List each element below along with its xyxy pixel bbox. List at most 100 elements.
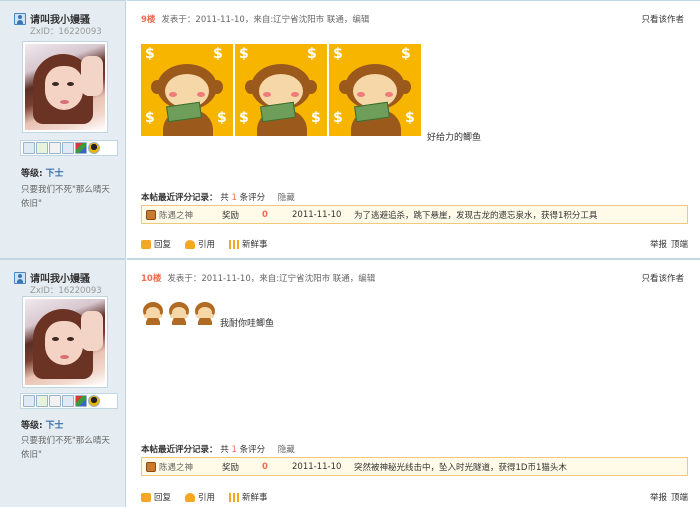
rank-value[interactable]: 下士 <box>45 421 63 431</box>
user-id: ZxID：16220093 <box>30 27 102 37</box>
blocks-icon[interactable] <box>75 142 87 154</box>
monkey-money-emoji: $ $ $ $ <box>329 44 421 136</box>
quote-label: 引用 <box>198 240 216 250</box>
rating-date: 2011-11-10 <box>292 461 342 472</box>
rating-header: 本帖最近评分记录： 共 1 条评分 隐藏 <box>141 191 295 203</box>
username-row: 请叫我小嫚骚 <box>14 270 90 285</box>
post-info: 发表于：2011-11-10，来自:辽宁省沈阳市 联通，编辑 <box>167 274 376 284</box>
rating-count-suffix: 条评分 <box>239 445 266 455</box>
add-friend-icon[interactable] <box>36 395 48 407</box>
username-link[interactable]: 请叫我小嫚骚 <box>30 11 90 26</box>
rating-row: 陈遇之神 奖励 0 2011-11-10 为了逃避追杀，跳下悬崖，发现古龙的遗忘… <box>141 205 688 224</box>
report-link[interactable]: 举报 <box>650 491 667 503</box>
top-link[interactable]: 顶端 <box>671 238 688 250</box>
user-rank: 等级: 下士 <box>21 418 64 431</box>
user-id: ZxID：16220093 <box>30 286 102 296</box>
user-tools <box>20 393 118 409</box>
qq-icon[interactable] <box>88 395 100 407</box>
search-posts-icon[interactable] <box>49 142 61 154</box>
floor-number: 10楼 <box>141 274 162 284</box>
username-link[interactable]: 请叫我小嫚骚 <box>30 270 90 285</box>
fresh-button[interactable]: 新鲜事 <box>229 491 268 503</box>
reply-icon <box>141 492 151 502</box>
rating-reason: 突然被神秘光线击中，坠入时光隧道，获得1D币1猫头木 <box>354 462 567 473</box>
reply-button[interactable]: 回复 <box>141 238 171 250</box>
user-online-icon <box>14 12 26 25</box>
rank-label: 等级: <box>21 169 43 179</box>
post-meta: 9楼 发表于：2011-11-10，来自:辽宁省沈阳市 联通，编辑 <box>141 13 369 25</box>
post-floor-9: 请叫我小嫚骚 ZxID：16220093 等级: 下士 只要我们不死"那么晴天依… <box>0 0 700 258</box>
fresh-icon <box>229 239 240 249</box>
rater-name[interactable]: 陈遇之神 <box>159 209 193 221</box>
only-author-link[interactable]: 只看该作者 <box>641 13 684 25</box>
post-floor-10: 请叫我小嫚骚 ZxID：16220093 等级: 下士 只要我们不死"那么晴天依… <box>0 258 700 507</box>
rating-score: 0 <box>262 209 268 220</box>
search-posts-icon[interactable] <box>49 395 61 407</box>
username-row: 请叫我小嫚骚 <box>14 11 90 26</box>
reply-button[interactable]: 回复 <box>141 491 171 503</box>
emoji-row <box>141 301 217 325</box>
rater[interactable]: 陈遇之神 <box>142 461 222 473</box>
top-link[interactable]: 顶端 <box>671 491 688 503</box>
post-report: 举报 顶端 <box>650 238 688 250</box>
post-text: 我耐你哇鲫鱼 <box>220 319 275 329</box>
message-icon[interactable] <box>23 142 35 154</box>
user-rank: 等级: 下士 <box>21 166 64 179</box>
monkey-money-emoji: $ $ $ $ <box>141 44 233 136</box>
profile-icon[interactable] <box>62 142 74 154</box>
rater-name[interactable]: 陈遇之神 <box>159 461 193 473</box>
post-meta: 10楼 发表于：2011-11-10，来自:辽宁省沈阳市 联通，编辑 <box>141 272 375 284</box>
monkey-money-emoji: $ $ $ $ <box>235 44 327 136</box>
rank-value[interactable]: 下士 <box>45 169 63 179</box>
reply-label: 回复 <box>154 493 172 503</box>
rank-label: 等级: <box>21 421 43 431</box>
rating-date: 2011-11-10 <box>292 209 342 220</box>
rating-count: 1 <box>231 445 237 455</box>
quote-icon <box>185 239 196 249</box>
monkey-emoji <box>141 301 165 325</box>
rating-count: 1 <box>231 193 237 203</box>
monkey-emoji <box>193 301 217 325</box>
rater-avatar-icon <box>146 461 156 472</box>
blocks-icon[interactable] <box>75 395 87 407</box>
reply-label: 回复 <box>154 240 172 250</box>
qq-icon[interactable] <box>88 142 100 154</box>
floor-number: 9楼 <box>141 15 156 25</box>
post-content: 9楼 发表于：2011-11-10，来自:辽宁省沈阳市 联通，编辑 只看该作者 … <box>127 0 700 258</box>
rating-score: 0 <box>262 461 268 472</box>
rating-count-suffix: 条评分 <box>239 193 266 203</box>
user-sidebar: 请叫我小嫚骚 ZxID：16220093 等级: 下士 只要我们不死"那么晴天依… <box>0 258 126 507</box>
profile-icon[interactable] <box>62 395 74 407</box>
user-tools <box>20 140 118 156</box>
only-author-link[interactable]: 只看该作者 <box>641 272 684 284</box>
rating-count-prefix: 共 <box>220 193 229 203</box>
post-report: 举报 顶端 <box>650 491 688 503</box>
fresh-button[interactable]: 新鲜事 <box>229 238 268 250</box>
post-text: 好给力的鲫鱼 <box>427 133 482 143</box>
user-sidebar: 请叫我小嫚骚 ZxID：16220093 等级: 下士 只要我们不死"那么晴天依… <box>0 0 126 258</box>
rating-count-prefix: 共 <box>220 445 229 455</box>
rating-title: 本帖最近评分记录： <box>141 445 218 455</box>
add-friend-icon[interactable] <box>36 142 48 154</box>
avatar-image <box>25 44 105 130</box>
user-online-icon <box>14 271 26 284</box>
rating-hide-link[interactable]: 隐藏 <box>278 193 295 203</box>
avatar[interactable] <box>22 296 108 388</box>
rating-type: 奖励 <box>222 210 240 221</box>
quote-button[interactable]: 引用 <box>185 238 215 250</box>
report-link[interactable]: 举报 <box>650 238 667 250</box>
quote-label: 引用 <box>198 493 216 503</box>
rater-avatar-icon <box>146 209 156 220</box>
post-actions: 回复 引用 新鲜事 <box>141 491 268 503</box>
user-signature: 只要我们不死"那么晴天依旧" <box>21 185 110 209</box>
rater[interactable]: 陈遇之神 <box>142 209 222 221</box>
rating-header: 本帖最近评分记录： 共 1 条评分 隐藏 <box>141 443 295 455</box>
quote-button[interactable]: 引用 <box>185 491 215 503</box>
rating-title: 本帖最近评分记录： <box>141 193 218 203</box>
avatar[interactable] <box>22 41 108 133</box>
emoji-row: $ $ $ $ $ $ $ $ $ $ $ $ <box>141 44 421 136</box>
post-actions: 回复 引用 新鲜事 <box>141 238 268 250</box>
message-icon[interactable] <box>23 395 35 407</box>
reply-icon <box>141 239 151 249</box>
rating-hide-link[interactable]: 隐藏 <box>278 445 295 455</box>
